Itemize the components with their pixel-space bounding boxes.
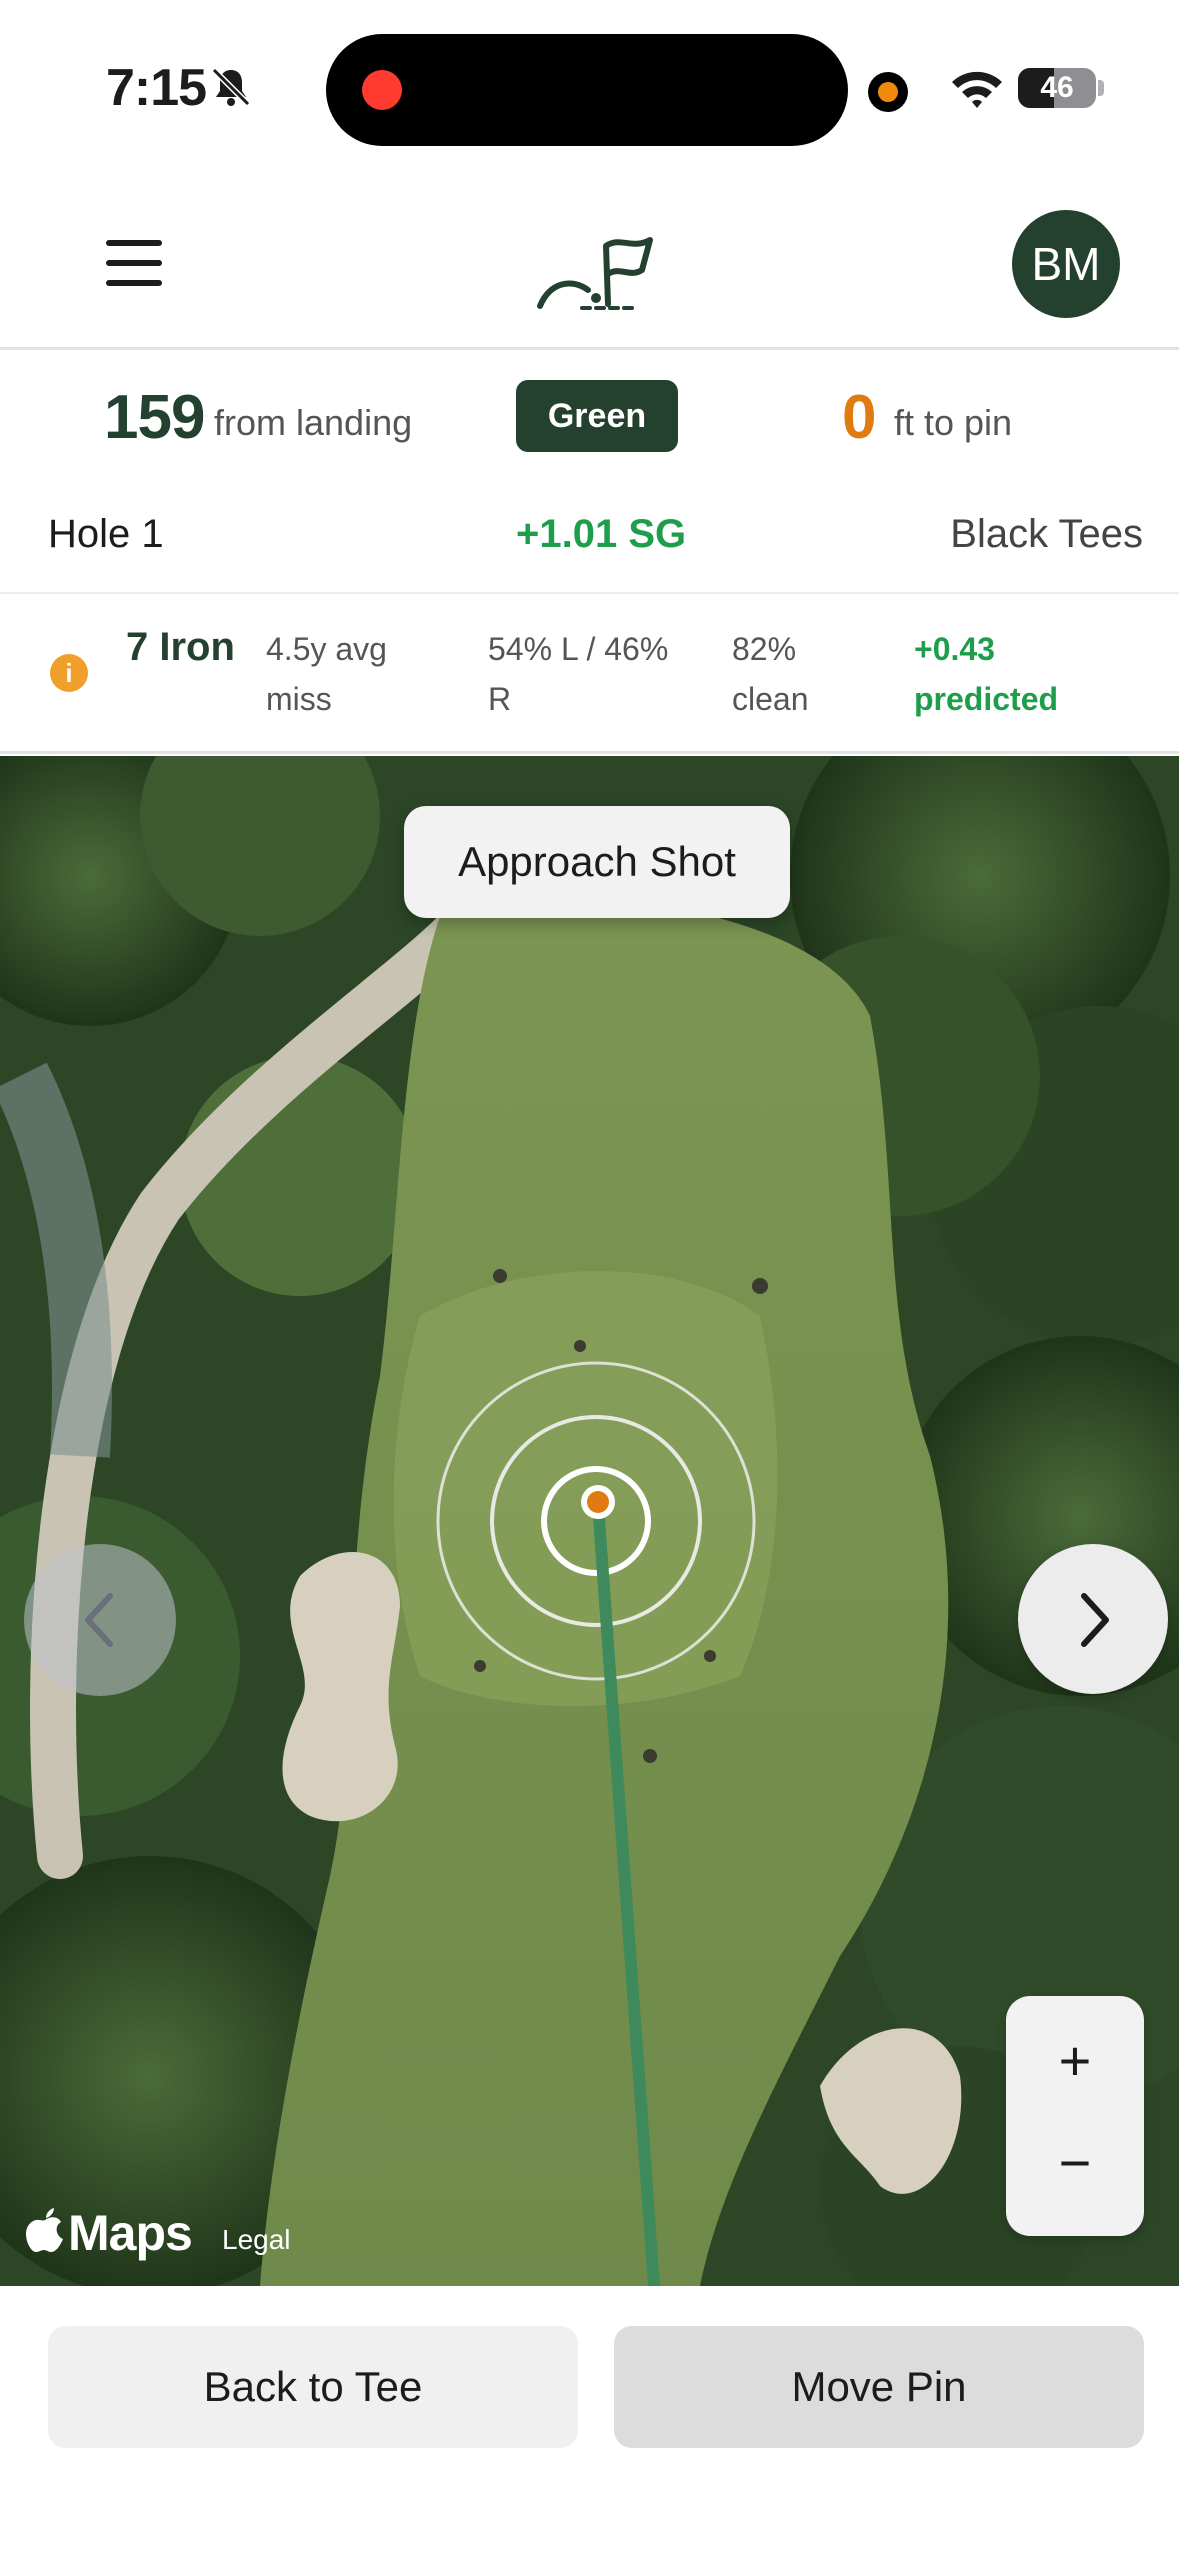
zoom-out-button[interactable]: − xyxy=(1006,2118,1144,2208)
club-recommendation-row[interactable]: i 7 Iron 4.5y avg miss 54% L / 46% R 82%… xyxy=(0,596,1179,754)
battery-level: 46 xyxy=(1040,71,1074,104)
hamburger-menu-icon[interactable] xyxy=(106,240,162,286)
landing-distance-label: from landing xyxy=(214,402,413,443)
microphone-indicator-icon xyxy=(868,72,908,112)
status-time: 7:15 xyxy=(106,59,207,117)
info-icon[interactable]: i xyxy=(50,654,88,692)
dynamic-island xyxy=(326,34,848,146)
next-hole-button[interactable] xyxy=(1018,1544,1168,1694)
lie-badge[interactable]: Green xyxy=(516,380,678,452)
golf-flag-logo-icon xyxy=(537,237,653,310)
hole-name: Hole 1 xyxy=(48,512,164,556)
maps-label: Maps xyxy=(68,2205,193,2261)
aerial-course-imagery xyxy=(0,756,1179,2286)
status-bar: 7:15 46 xyxy=(0,0,1179,160)
tees-label: Black Tees xyxy=(950,512,1143,556)
apple-icon xyxy=(26,2208,63,2252)
previous-hole-button[interactable] xyxy=(24,1544,176,1696)
club-clean-rate: 82% clean xyxy=(732,631,809,717)
zoom-in-button[interactable]: + xyxy=(1006,2016,1144,2106)
chevron-right-icon xyxy=(1081,1593,1109,1647)
wifi-icon xyxy=(952,71,1002,108)
club-name: 7 Iron xyxy=(126,625,235,669)
club-predicted-sg: +0.43 predicted xyxy=(914,631,1059,717)
move-pin-button[interactable]: Move Pin xyxy=(614,2326,1144,2448)
bottom-actions: Back to Tee Move Pin xyxy=(0,2288,1179,2556)
pin-distance-value: 0 xyxy=(842,383,877,452)
legal-link[interactable]: Legal xyxy=(222,2224,291,2256)
battery-cap xyxy=(1098,80,1104,96)
shot-type-label[interactable]: Approach Shot xyxy=(404,806,790,918)
chevron-left-icon xyxy=(85,1593,113,1647)
distance-strip: 159 from landing Green 0 ft to pin xyxy=(0,352,1179,482)
strokes-gained: +1.01 SG xyxy=(516,512,687,556)
bell-slash-icon xyxy=(211,67,251,107)
zoom-controls: + − xyxy=(1006,1996,1144,2236)
avatar[interactable]: BM xyxy=(1012,210,1120,318)
hole-info-row: Hole 1 +1.01 SG Black Tees xyxy=(0,482,1179,594)
landing-distance-value: 159 xyxy=(104,383,205,452)
back-to-tee-button[interactable]: Back to Tee xyxy=(48,2326,578,2448)
battery-icon: 46 xyxy=(1018,68,1096,108)
club-left-right-split: 54% L / 46% R xyxy=(488,631,669,717)
top-navigation: BM xyxy=(0,190,1179,350)
satellite-map[interactable]: Approach Shot + − Maps Legal xyxy=(0,756,1179,2286)
pin-distance-label: ft to pin xyxy=(894,402,1013,443)
recording-indicator-icon xyxy=(362,70,402,110)
apple-maps-logo: Maps xyxy=(26,2204,193,2264)
club-avg-miss: 4.5y avg miss xyxy=(266,631,387,717)
